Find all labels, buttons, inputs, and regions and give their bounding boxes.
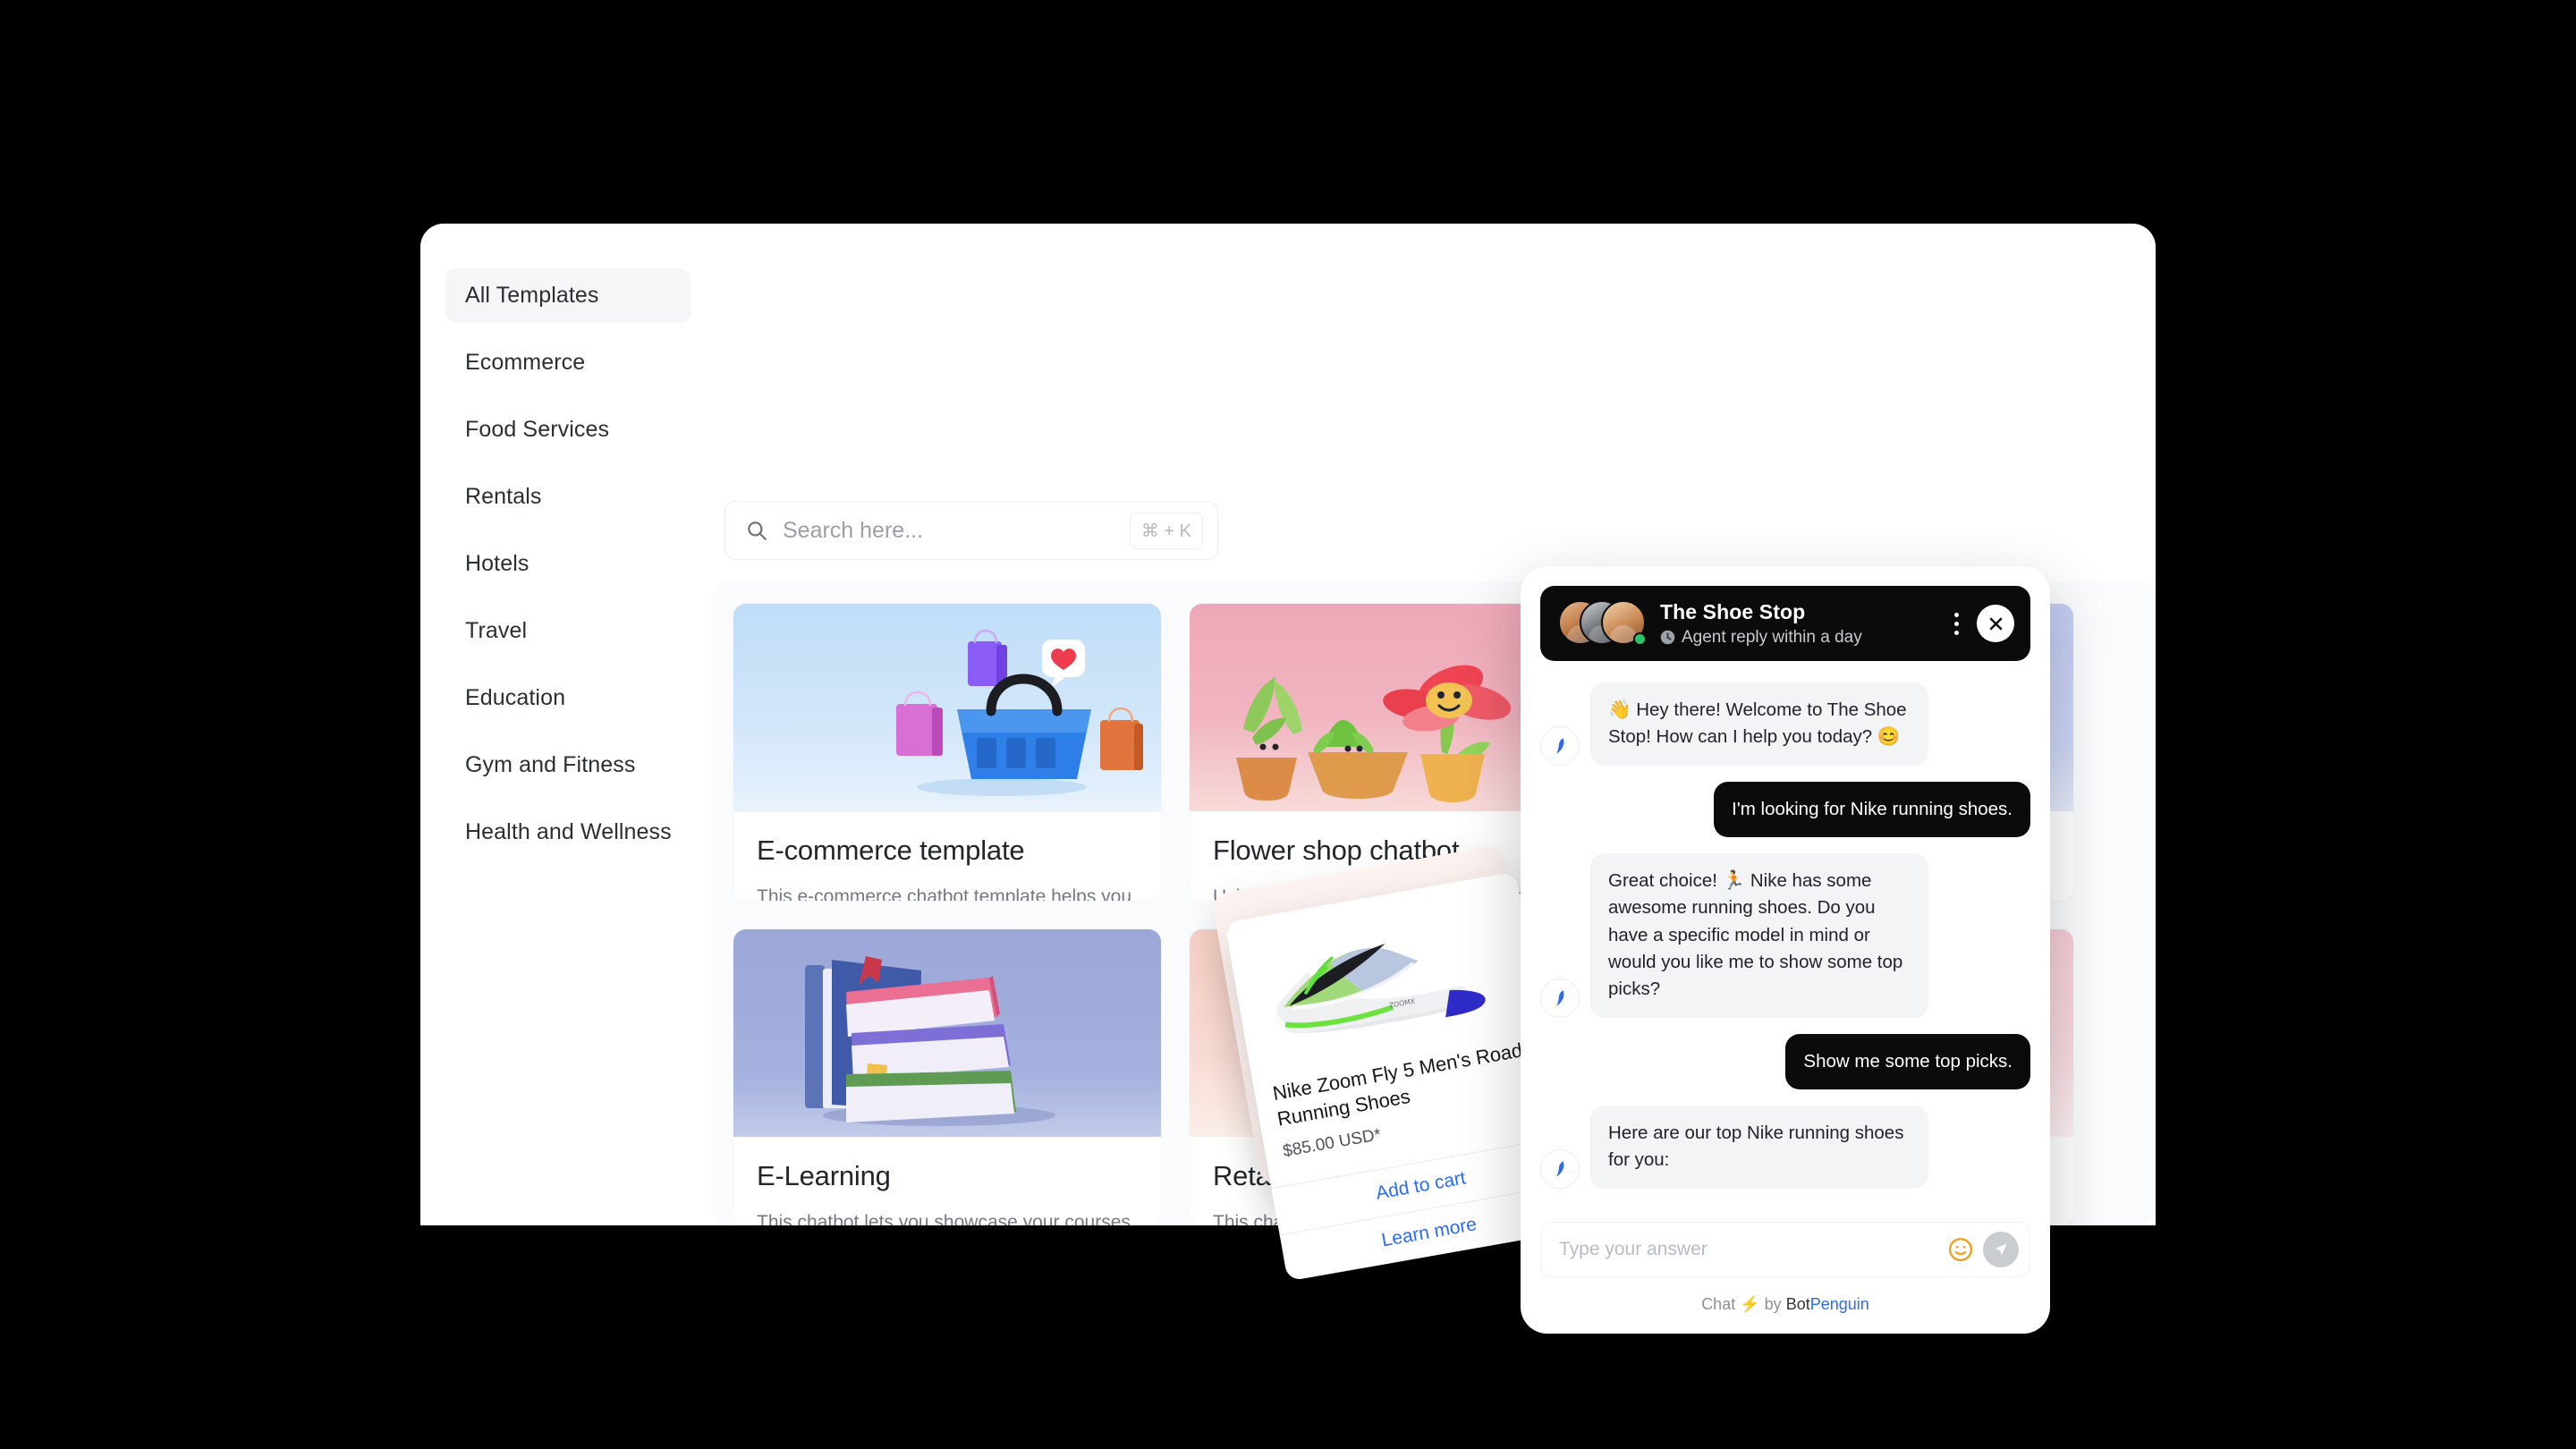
template-card[interactable]: E-Learning This chatbot lets you showcas…	[733, 928, 1161, 1226]
chat-message-user: I'm looking for Nike running shoes.	[1540, 781, 2030, 837]
sidebar-item-rentals[interactable]: Rentals	[445, 470, 691, 524]
chat-widget: The Shoe Stop Agent reply within a day 👋…	[1521, 566, 2050, 1334]
bolt-icon: ⚡	[1740, 1295, 1760, 1313]
sidebar-item-label: Food Services	[465, 417, 610, 442]
sidebar-item-label: Education	[465, 685, 566, 710]
search-bar[interactable]: ⌘ + K	[724, 501, 1218, 560]
sidebar-item-all-templates[interactable]: All Templates	[445, 268, 691, 323]
template-title: E-commerce template	[757, 835, 1025, 866]
sidebar-item-ecommerce[interactable]: Ecommerce	[445, 335, 691, 390]
brand-name-first: Bot	[1785, 1295, 1810, 1313]
search-icon	[748, 521, 767, 540]
sidebar-item-hotels[interactable]: Hotels	[445, 537, 691, 591]
template-description: This chatbot lets you showcase your cour…	[757, 1211, 1136, 1226]
agent-avatar-stack	[1558, 600, 1648, 647]
chat-footer-branding: Chat ⚡ by BotPenguin	[1540, 1277, 2030, 1334]
sidebar-item-food-services[interactable]: Food Services	[445, 402, 691, 457]
chat-bubble: Show me some top picks.	[1785, 1033, 2030, 1089]
clock-icon	[1660, 630, 1675, 645]
sidebar-item-label: Health and Wellness	[465, 819, 672, 844]
chat-header: The Shoe Stop Agent reply within a day	[1540, 586, 2030, 661]
kebab-menu-icon[interactable]	[1943, 608, 1970, 639]
chat-message-bot: Here are our top Nike running shoes for …	[1540, 1105, 2030, 1189]
chat-bubble: Here are our top Nike running shoes for …	[1590, 1105, 1928, 1189]
chat-message-bot: 👋 Hey there! Welcome to The Shoe Stop! H…	[1540, 682, 2030, 766]
sidebar-item-gym-and-fitness[interactable]: Gym and Fitness	[445, 738, 691, 792]
template-title: E-Learning	[757, 1159, 891, 1191]
online-status-dot	[1633, 632, 1647, 646]
sidebar-item-health-and-wellness[interactable]: Health and Wellness	[445, 805, 691, 860]
sidebar: All Templates Ecommerce Food Services Re…	[420, 224, 716, 1225]
chat-message-list[interactable]: 👋 Hey there! Welcome to The Shoe Stop! H…	[1521, 661, 2050, 1222]
search-shortcut-badge: ⌘ + K	[1129, 512, 1203, 549]
chat-bubble: I'm looking for Nike running shoes.	[1714, 781, 2030, 837]
brand-name-second: Penguin	[1809, 1295, 1869, 1313]
chat-title: The Shoe Stop	[1660, 599, 1806, 623]
template-description: This e-commerce chatbot template helps y…	[757, 886, 1132, 901]
bot-penguin-avatar-icon	[1540, 978, 1580, 1018]
sidebar-item-label: Hotels	[465, 551, 530, 576]
send-button[interactable]	[1983, 1232, 2019, 1267]
bot-penguin-avatar-icon	[1540, 725, 1580, 766]
sidebar-item-label: Rentals	[465, 484, 542, 509]
footer-chat-label: Chat	[1701, 1295, 1736, 1313]
sidebar-item-education[interactable]: Education	[445, 671, 691, 725]
chat-input[interactable]	[1559, 1239, 1947, 1260]
bot-penguin-avatar-icon	[1540, 1148, 1580, 1189]
shopping-basket-illustration	[733, 604, 1161, 811]
sidebar-item-label: All Templates	[465, 283, 599, 308]
close-icon[interactable]	[1977, 605, 2014, 642]
chat-subtitle: Agent reply within a day	[1682, 627, 1862, 647]
emoji-icon[interactable]	[1947, 1236, 1974, 1263]
sidebar-item-label: Gym and Fitness	[465, 752, 636, 777]
chat-input-area: Chat ⚡ by BotPenguin	[1521, 1222, 2050, 1334]
search-input[interactable]	[783, 517, 1130, 544]
chat-message-bot: Great choice! 🏃 Nike has some awesome ru…	[1540, 852, 2030, 1018]
chat-bubble: 👋 Hey there! Welcome to The Shoe Stop! H…	[1590, 682, 1928, 766]
sidebar-item-label: Ecommerce	[465, 350, 586, 375]
footer-by-label: by	[1764, 1295, 1782, 1313]
chat-message-user: Show me some top picks.	[1540, 1033, 2030, 1089]
template-card[interactable]: E-commerce template This e-commerce chat…	[733, 604, 1161, 901]
chat-title-block: The Shoe Stop Agent reply within a day	[1660, 600, 1943, 648]
stacked-books-illustration	[733, 928, 1161, 1137]
sidebar-item-label: Travel	[465, 618, 528, 643]
sidebar-item-travel[interactable]: Travel	[445, 604, 691, 658]
chat-bubble: Great choice! 🏃 Nike has some awesome ru…	[1590, 852, 1928, 1018]
chat-input-bar[interactable]	[1540, 1222, 2030, 1277]
